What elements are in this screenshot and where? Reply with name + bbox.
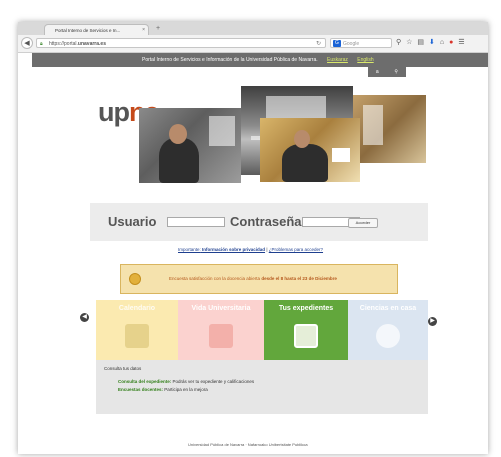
password-label: Contraseña [230,214,302,229]
new-tab-button[interactable]: + [152,24,164,33]
close-tab-icon[interactable]: × [142,25,145,35]
notice-dates: desde el 8 hasta el 23 de Diciembre [261,276,337,281]
footer-text: Universidad Pública de Navarra · Nafarro… [188,442,308,447]
photo-building [353,95,426,163]
back-button[interactable]: ◀ [21,37,33,49]
toolbar-icons: ⚲ ☆ ▤ ⬇ ⌂ ● ☰ [396,38,465,48]
bookmarks-icon[interactable]: ▤ [417,38,424,48]
tile-title: Tus expedientes [278,305,334,312]
calendar-grid-icon [209,324,233,348]
username-input[interactable] [167,217,225,227]
tile-ciencias-en-casa[interactable]: Ciencias en casa [348,300,428,360]
username-label: Usuario [108,214,157,229]
tile-tus-expedientes[interactable]: Tus expedientes [264,300,348,360]
google-icon: G [333,40,341,47]
site-tagline-text: Portal Interno de Servicios e Informació… [142,57,318,63]
star-icon[interactable]: ☆ [406,38,412,48]
address-bar[interactable]: 🔒︎ https://portal.unavarra.es ↻ [36,38,326,48]
tile-title: Vida Universitaria [191,305,251,312]
info-line-key: Consulta del expediente: [118,379,172,384]
notice-prefix: Encuesta satisfacción con la docencia ab… [169,276,261,281]
survey-notice[interactable]: Encuesta satisfacción con la docencia ab… [120,264,398,294]
photo-student-laptop [260,118,360,182]
reload-icon[interactable]: ↻ [316,39,321,49]
info-heading: Consulta tus datos [104,366,142,371]
problems-link[interactable]: ¿Problemas para acceder? [269,247,323,252]
folder-icon [294,324,318,348]
info-line-encuestas[interactable]: Encuestas docentes: Participa en la mejo… [118,387,208,392]
tile-title: Calendario [118,305,156,312]
site-tagline: Portal Interno de Servicios e Informació… [142,53,374,67]
info-line-key: Encuestas docentes: [118,387,164,392]
notice-text: Encuesta satisfacción con la docencia ab… [169,276,337,281]
tab-title: Portal Interno de Servicios e In... [55,28,121,33]
menu-icon[interactable]: ☰ [458,38,464,48]
search-site-icon[interactable]: ⚲ [394,67,398,77]
tile-calendario[interactable]: Calendario [96,300,178,360]
url-prefix: https://portal. [49,41,78,47]
photo-student-reading [139,108,241,183]
browser-tab[interactable]: Portal Interno de Servicios e In... × [44,24,149,35]
info-panel: Consulta tus datos Consulta del expedien… [96,360,428,414]
account-icon[interactable]: ● [449,38,453,48]
privacy-prefix: Importante: [178,247,201,252]
search-icon[interactable]: ⚲ [396,38,401,48]
search-placeholder: Google [343,41,360,47]
logo-up: up [98,97,130,127]
download-icon[interactable]: ⬇ [429,38,435,48]
link-separator: | [266,247,268,252]
tab-bar: Portal Interno de Servicios e In... × + [18,22,488,35]
privacy-link-text: Información sobre privacidad [202,247,266,252]
info-line-value: Participa en la mejora [164,387,208,392]
privacy-link[interactable]: Importante: Información sobre privacidad [178,247,265,252]
navigation-bar: ◀ 🔒︎ https://portal.unavarra.es ↻ G Goog… [18,35,488,53]
help-links: Importante: Información sobre privacidad… [178,247,323,252]
info-line-value: Podrás ver tu expediente y calificacione… [172,379,255,384]
site-top-bar: Portal Interno de Servicios e Informació… [32,53,488,67]
login-submit-button[interactable]: Acceder [348,218,378,228]
lock-icon: 🔒︎ [40,41,43,47]
tile-title: Ciencias en casa [359,305,417,312]
satellite-dish-icon [376,324,400,348]
lang-euskara-link[interactable]: Euskaraz [327,57,348,63]
survey-icon [129,273,141,285]
search-input[interactable]: G Google [330,38,392,48]
accessibility-icon[interactable]: a [376,67,379,77]
carousel-next-button[interactable]: ▶ [428,317,437,326]
lang-english-link[interactable]: English [357,57,373,63]
carousel-prev-button[interactable]: ◀ [80,313,89,322]
calendar-icon [125,324,149,348]
home-icon[interactable]: ⌂ [440,38,444,48]
info-line-expediente[interactable]: Consulta del expediente: Podrás ver tu e… [118,379,254,384]
site-subbar: a ⚲ [368,67,406,77]
browser-window: Portal Interno de Servicios e In... × + … [18,22,488,454]
tile-vida-universitaria[interactable]: Vida Universitaria [178,300,264,360]
url-domain: unavarra.es [77,41,106,47]
